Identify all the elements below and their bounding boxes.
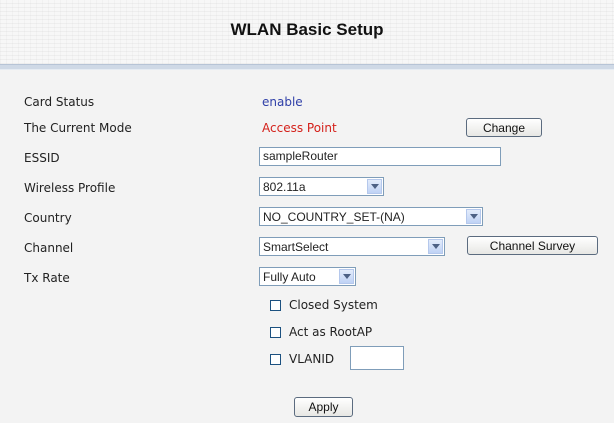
tx-rate-label: Tx Rate: [24, 271, 70, 285]
country-select[interactable]: NO_COUNTRY_SET-(NA): [259, 207, 483, 226]
chevron-down-icon: [339, 269, 354, 284]
current-mode-label: The Current Mode: [24, 121, 132, 135]
act-as-rootap-label: Act as RootAP: [289, 325, 373, 339]
essid-label: ESSID: [24, 151, 60, 165]
closed-system-label: Closed System: [289, 298, 378, 312]
tx-rate-selected: Fully Auto: [263, 270, 316, 284]
tx-rate-select[interactable]: Fully Auto: [259, 267, 356, 286]
wireless-profile-label: Wireless Profile: [24, 181, 116, 195]
act-as-rootap-option[interactable]: Act as RootAP: [270, 325, 372, 339]
act-as-rootap-checkbox[interactable]: [270, 326, 281, 338]
channel-select[interactable]: SmartSelect: [259, 237, 445, 256]
chevron-down-icon: [367, 179, 382, 194]
country-selected: NO_COUNTRY_SET-(NA): [263, 210, 405, 224]
chevron-down-icon: [428, 239, 443, 254]
channel-label: Channel: [24, 241, 74, 255]
country-label: Country: [24, 211, 72, 225]
channel-selected: SmartSelect: [263, 240, 329, 254]
wireless-profile-select[interactable]: 802.11a: [259, 177, 384, 196]
chevron-down-icon: [466, 209, 481, 224]
channel-survey-button[interactable]: Channel Survey: [467, 236, 598, 255]
wireless-profile-selected: 802.11a: [263, 180, 306, 194]
page-title: WLAN Basic Setup: [230, 20, 384, 39]
header-divider: [0, 64, 614, 70]
essid-input[interactable]: sampleRouter: [259, 147, 501, 166]
closed-system-checkbox[interactable]: [270, 299, 281, 311]
current-mode-value: Access Point: [262, 121, 337, 135]
vlanid-input[interactable]: [350, 346, 404, 370]
change-button[interactable]: Change: [466, 118, 542, 137]
apply-button[interactable]: Apply: [294, 397, 353, 417]
vlanid-checkbox[interactable]: [270, 353, 281, 365]
header-banner: WLAN Basic Setup: [0, 0, 614, 64]
card-status-label: Card Status: [24, 95, 95, 109]
card-status-value: enable: [262, 95, 303, 109]
vlanid-label: VLANID: [289, 352, 335, 366]
closed-system-option[interactable]: Closed System: [270, 298, 378, 312]
vlanid-option[interactable]: VLANID: [270, 352, 334, 366]
